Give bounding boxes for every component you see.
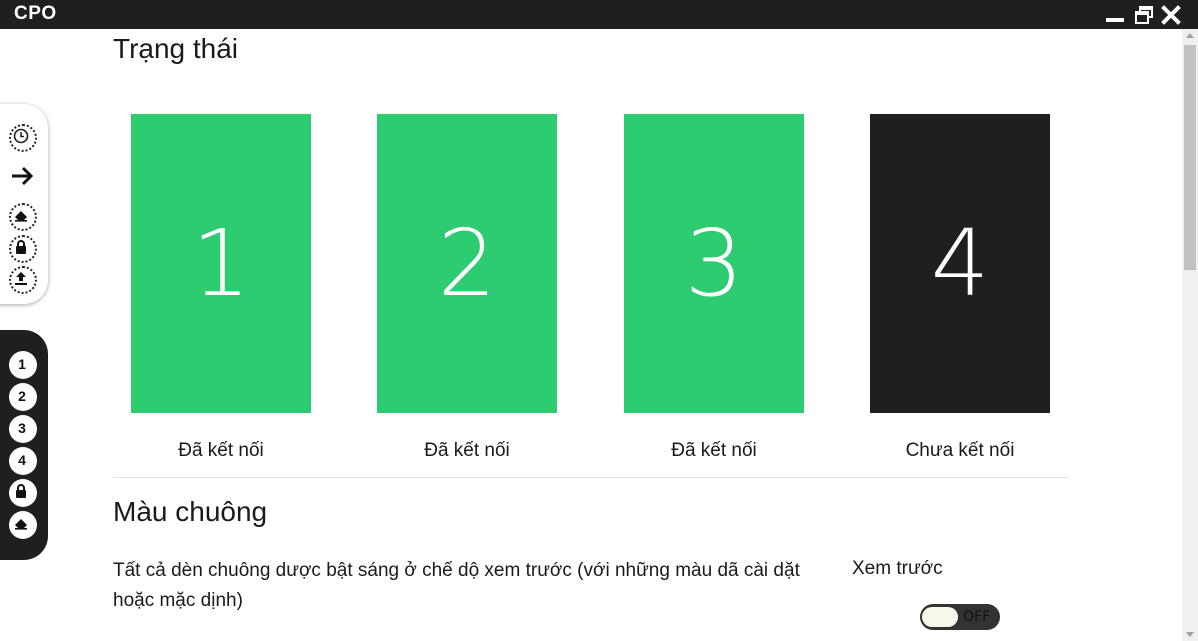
toggle-state-text: OFF	[963, 609, 991, 625]
tower-3-status-label: Đã kết nối	[671, 440, 757, 461]
left-toolbar-bottom: 1 2 3 4	[0, 330, 48, 560]
tower-3-button[interactable]: 3	[9, 415, 37, 443]
vertical-scrollbar[interactable]	[1182, 29, 1198, 641]
restore-icon[interactable]	[1133, 4, 1155, 26]
tower-2-status-label: Đã kết nối	[424, 440, 510, 461]
tower-tile-3[interactable]: 3	[624, 114, 804, 413]
app-title: CPO	[14, 3, 57, 24]
status-section-title: Trạng thái	[113, 33, 239, 64]
scroll-up-arrow-icon[interactable]	[1186, 33, 1194, 38]
tower-1-status-label: Đã kết nối	[178, 440, 264, 461]
tower-4-button[interactable]: 4	[9, 447, 37, 475]
tower-4-status-label: Chưa kết nối	[905, 440, 1015, 461]
toggle-knob	[922, 607, 958, 627]
preview-toggle[interactable]: OFF	[920, 604, 1000, 630]
title-bar: CPO	[0, 0, 1198, 29]
preview-label: Xem trước	[852, 558, 943, 579]
lock-icon[interactable]	[9, 479, 37, 507]
tower-tile-4[interactable]: 4	[870, 114, 1050, 413]
scroll-thumb[interactable]	[1184, 45, 1196, 270]
eraser-icon[interactable]	[9, 511, 37, 539]
left-toolbar-top	[0, 104, 48, 304]
clock-icon[interactable]	[9, 124, 37, 152]
bell-color-section-title: Màu chuông	[113, 496, 268, 527]
arrow-right-icon[interactable]	[9, 162, 37, 190]
eraser-icon[interactable]	[9, 203, 37, 231]
close-icon[interactable]	[1160, 4, 1182, 26]
scroll-down-arrow-icon[interactable]	[1186, 632, 1194, 637]
section-divider	[113, 477, 1068, 478]
tower-tile-2[interactable]: 2	[377, 114, 557, 413]
upload-icon[interactable]	[9, 266, 37, 294]
tower-tile-1[interactable]: 1	[131, 114, 311, 413]
bell-color-description: Tất cả dèn chuông dược bật sáng ở chế dộ…	[113, 560, 800, 611]
lock-icon[interactable]	[9, 235, 37, 263]
minimize-icon[interactable]	[1104, 4, 1126, 26]
tower-2-button[interactable]: 2	[9, 383, 37, 411]
tower-1-button[interactable]: 1	[9, 351, 37, 379]
